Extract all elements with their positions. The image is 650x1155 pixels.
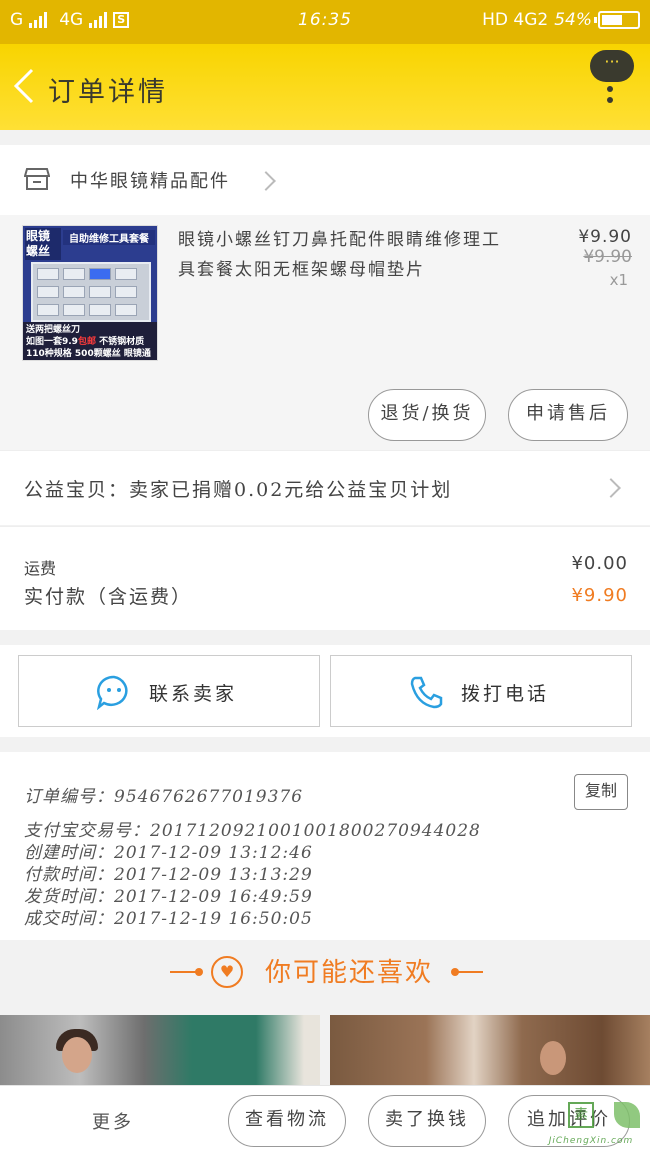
shop-row[interactable]: 中华眼镜精品配件 xyxy=(0,145,650,215)
payment-summary: 运费 实付款（含运费） ¥0.00 ¥9.90 xyxy=(0,526,650,630)
order-number: 订单编号：9546762677019376 xyxy=(24,787,304,807)
thumb-strip: 送两把螺丝刀 如图一套9.9包邮 不锈钢材质 110种规格 500颗螺丝 眼镜通… xyxy=(23,322,157,360)
more-button[interactable]: 更多 xyxy=(92,1108,134,1134)
chevron-right-icon xyxy=(256,171,276,191)
site-watermark: 素 JiChengXin.com xyxy=(536,1100,646,1150)
total-value: ¥9.90 xyxy=(571,585,628,606)
divider-right xyxy=(455,971,483,973)
page-title: 订单详情 xyxy=(48,77,168,108)
total-label: 实付款（含运费） xyxy=(24,586,193,608)
battery-icon xyxy=(594,11,640,29)
status-bar: G 4G S 16:35 HD 4G2 54% xyxy=(0,0,650,44)
product-thumbnail[interactable]: 眼镜螺丝 自助维修工具套餐 送两把螺丝刀 如图一套9.9包邮 不锈钢材质 110… xyxy=(22,225,158,361)
call-phone-button[interactable]: 拨打电话 xyxy=(330,655,632,727)
chat-bubble-icon xyxy=(96,675,128,710)
watermark-url: JiChengXin.com xyxy=(548,1136,634,1146)
more-menu-icon[interactable] xyxy=(607,86,613,103)
charity-row[interactable]: 公益宝贝：卖家已捐赠0.02元给公益宝贝计划 xyxy=(0,450,650,525)
contact-seller-button[interactable]: 联系卖家 xyxy=(18,655,320,727)
shipping-value: ¥0.00 xyxy=(571,553,628,574)
recommend-header: ♥ 你可能还喜欢 xyxy=(0,942,650,1004)
battery-text: 54% xyxy=(554,10,592,30)
thumb-header: 自助维修工具套餐 xyxy=(63,230,155,245)
recommend-item-photo[interactable] xyxy=(0,1015,320,1085)
shipping-label: 运费 xyxy=(24,559,57,578)
product-price: ¥9.90 xyxy=(578,227,632,247)
thumb-toolbox xyxy=(31,262,151,322)
status-right: HD 4G2 54% xyxy=(482,10,640,30)
sell-exchange-button[interactable]: 卖了换钱 xyxy=(368,1095,486,1147)
recommend-title: 你可能还喜欢 xyxy=(264,958,433,988)
leaf-icon xyxy=(614,1102,640,1128)
charity-text: 公益宝贝：卖家已捐赠0.02元给公益宝贝计划 xyxy=(24,479,453,501)
message-bubble-icon[interactable]: ··· xyxy=(590,50,634,82)
phone-icon xyxy=(410,676,443,709)
nav-bar: 订单详情 ··· xyxy=(0,44,650,130)
completed-time: 成交时间：2017-12-19 16:50:05 xyxy=(24,909,313,929)
order-info: 订单编号：9546762677019376 复制 支付宝交易号：20171209… xyxy=(0,752,650,940)
recommend-item-photo[interactable] xyxy=(330,1015,650,1085)
product-original-price: ¥9.90 xyxy=(583,247,632,267)
shop-name: 中华眼镜精品配件 xyxy=(70,171,230,192)
network-label: HD 4G2 xyxy=(482,10,549,30)
store-icon xyxy=(24,168,50,190)
product-card: 眼镜螺丝 自助维修工具套餐 送两把螺丝刀 如图一套9.9包邮 不锈钢材质 110… xyxy=(0,215,650,450)
view-logistics-button[interactable]: 查看物流 xyxy=(228,1095,346,1147)
call-phone-label: 拨打电话 xyxy=(461,683,550,705)
contact-section: 联系卖家 拨打电话 xyxy=(0,645,650,737)
after-sales-button[interactable]: 申请售后 xyxy=(508,389,628,441)
watermark-logo-icon: 素 xyxy=(568,1102,594,1128)
product-quantity: x1 xyxy=(609,271,628,289)
thumb-tag: 眼镜螺丝 xyxy=(25,228,61,260)
chevron-right-icon xyxy=(601,478,621,498)
product-title[interactable]: 眼镜小螺丝钉刀鼻托配件眼睛维修理工具套餐太阳无框架螺母帽垫片 xyxy=(178,225,518,285)
copy-button[interactable]: 复制 xyxy=(574,774,628,810)
exchange-button[interactable]: 退货/换货 xyxy=(368,389,486,441)
back-arrow-icon[interactable] xyxy=(10,66,40,106)
contact-seller-label: 联系卖家 xyxy=(149,683,238,705)
